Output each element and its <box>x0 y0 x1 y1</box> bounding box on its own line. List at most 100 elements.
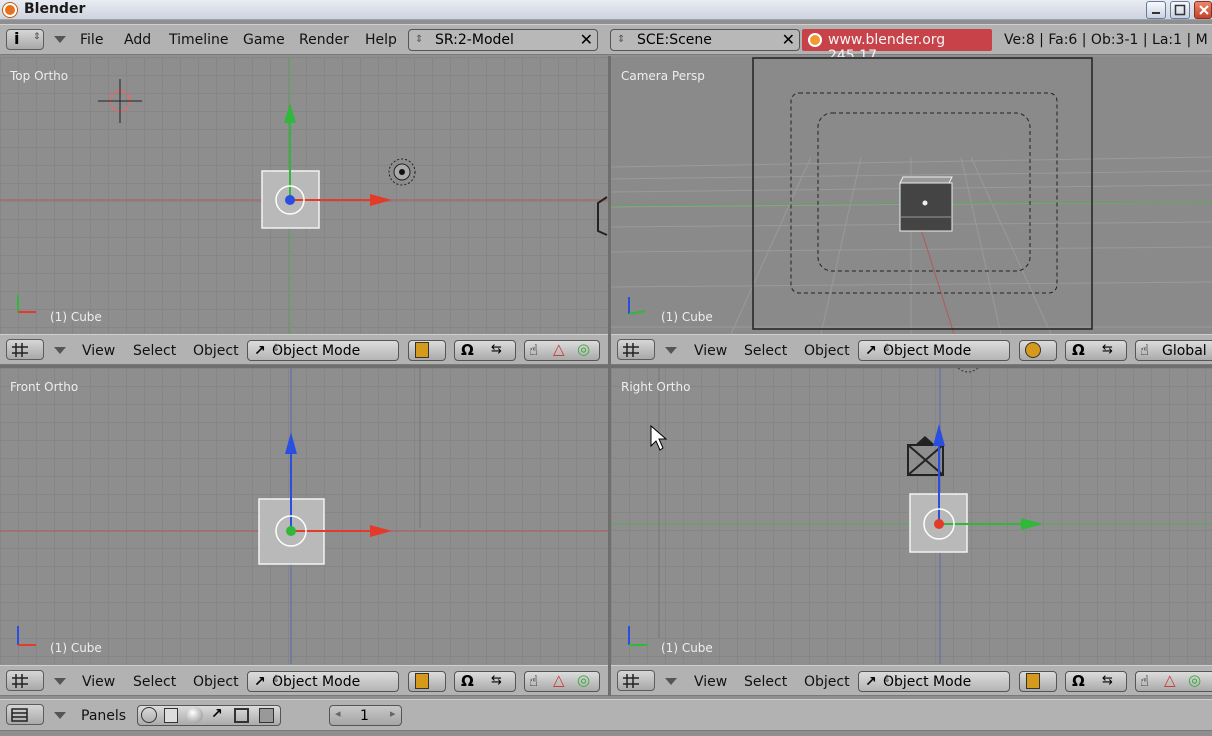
viewport-camera-persp[interactable]: Camera Persp (1) Cube <box>611 57 1212 334</box>
draw-type-button[interactable] <box>1019 340 1057 361</box>
increment-arrow-icon[interactable]: ▸ <box>390 707 396 720</box>
3d-cursor-icon[interactable] <box>98 79 142 123</box>
layers-icon: ⇆ <box>1102 342 1113 357</box>
manipulator-buttons[interactable]: ☝ △ ◎ <box>524 671 600 692</box>
draw-type-button[interactable] <box>408 671 446 692</box>
window-type-3dview-button[interactable] <box>617 670 655 691</box>
translate-icon[interactable]: △ <box>553 671 565 689</box>
collapse-menu-icon[interactable] <box>665 678 677 685</box>
orientation-value: Global <box>1162 343 1207 359</box>
viewport-right-ortho[interactable]: Right Ortho (1) Cube <box>611 368 1212 664</box>
menu-add[interactable]: Add <box>124 32 151 48</box>
close-window-button[interactable] <box>1194 1 1212 19</box>
info-icon: i <box>14 29 20 48</box>
menu-select[interactable]: Select <box>744 674 787 690</box>
rotate-icon[interactable]: ◎ <box>577 671 590 689</box>
menu-view[interactable]: View <box>694 343 727 359</box>
rotate-icon[interactable]: ◎ <box>1188 671 1201 689</box>
mode-select[interactable]: ↗ Object Mode ⇕ <box>858 671 1010 692</box>
collapse-menu-icon[interactable] <box>54 712 66 719</box>
pivot-snap-buttons[interactable]: Ω ⇆ <box>454 671 516 692</box>
shading-context-icon[interactable] <box>187 707 203 723</box>
window-type-3dview-button[interactable] <box>6 339 44 360</box>
viewport-top-ortho[interactable]: Top Ortho (1) Cube <box>0 57 608 334</box>
pivot-icon: Ω <box>461 672 474 690</box>
object-context-icon[interactable]: ↗ <box>211 706 223 722</box>
manipulator-buttons[interactable]: ☝ △ ◎ <box>524 340 600 361</box>
delete-screen-icon[interactable]: ✕ <box>580 30 593 49</box>
collapse-menu-icon[interactable] <box>54 347 66 354</box>
axis-gizmo-icon <box>17 626 36 646</box>
draw-type-button[interactable] <box>1019 671 1057 692</box>
translate-icon[interactable]: △ <box>1164 671 1176 689</box>
window-type-3dview-button[interactable] <box>617 339 655 360</box>
menu-select[interactable]: Select <box>133 674 176 690</box>
camera-persp-scene <box>611 57 1212 334</box>
mode-select[interactable]: ↗ Object Mode ⇕ <box>858 340 1010 361</box>
menu-select[interactable]: Select <box>744 343 787 359</box>
panels-label[interactable]: Panels <box>81 708 126 724</box>
active-object-label: (1) Cube <box>661 310 713 324</box>
menu-object[interactable]: Object <box>804 674 850 690</box>
pivot-snap-buttons[interactable]: Ω ⇆ <box>1065 340 1127 361</box>
grid-icon <box>623 343 639 357</box>
lamp-icon[interactable] <box>388 158 416 186</box>
logic-context-icon[interactable] <box>141 707 157 723</box>
menu-select[interactable]: Select <box>133 343 176 359</box>
mode-select[interactable]: ↗ Object Mode ⇕ <box>247 671 399 692</box>
pivot-snap-buttons[interactable]: Ω ⇆ <box>454 340 516 361</box>
right-ortho-scene <box>611 368 1212 664</box>
window-type-3dview-button[interactable] <box>6 670 44 691</box>
website-link[interactable]: www.blender.org 245.17 <box>802 29 992 64</box>
scene-context-icon[interactable] <box>259 708 274 723</box>
draw-type-button[interactable] <box>408 340 446 361</box>
collapse-menu-icon[interactable] <box>665 347 677 354</box>
scene-selector[interactable]: ⇕ SCE:Scene ✕ <box>610 29 800 51</box>
delete-scene-icon[interactable]: ✕ <box>782 30 795 49</box>
layers-icon: ⇆ <box>1102 673 1113 688</box>
menu-object[interactable]: Object <box>193 343 239 359</box>
cube-object[interactable] <box>899 176 953 232</box>
mode-select[interactable]: ↗ Object Mode ⇕ <box>247 340 399 361</box>
menu-view[interactable]: View <box>82 343 115 359</box>
menu-view[interactable]: View <box>694 674 727 690</box>
context-buttons[interactable]: ↗ <box>137 705 281 726</box>
object-mode-icon: ↗ <box>254 343 266 359</box>
translate-icon[interactable]: △ <box>553 340 565 358</box>
maximize-button[interactable] <box>1170 1 1190 19</box>
orientation-select[interactable]: ☝ Global <box>1135 340 1212 361</box>
camera-icon[interactable] <box>597 196 608 236</box>
hand-grab-icon[interactable]: ☝ <box>529 341 538 359</box>
updown-icon: ⇕ <box>33 32 41 42</box>
screen-selector[interactable]: ⇕ SR:2-Model ✕ <box>408 29 598 51</box>
menu-help[interactable]: Help <box>365 32 397 48</box>
frame-number-field[interactable]: ◂ 1 ▸ <box>329 705 402 726</box>
hand-grab-icon[interactable]: ☝ <box>529 672 538 690</box>
view3d-header-bottom-left: View Select Object ↗ Object Mode ⇕ Ω ⇆ ☝ … <box>0 665 608 696</box>
menu-file[interactable]: File <box>80 32 103 48</box>
pivot-snap-buttons[interactable]: Ω ⇆ <box>1065 671 1127 692</box>
manipulator-buttons[interactable]: ☝ △ ◎ <box>1135 671 1212 692</box>
script-context-icon[interactable] <box>164 708 178 723</box>
collapse-menu-icon[interactable] <box>54 36 66 43</box>
hand-grab-icon[interactable]: ☝ <box>1140 672 1149 690</box>
viewport-front-ortho[interactable]: Front Ortho (1) Cube <box>0 368 608 664</box>
editing-context-icon[interactable] <box>234 708 249 723</box>
grid-icon <box>623 674 639 688</box>
menu-timeline[interactable]: Timeline <box>169 32 229 48</box>
menu-object[interactable]: Object <box>804 343 850 359</box>
menu-game[interactable]: Game <box>243 32 285 48</box>
collapse-menu-icon[interactable] <box>54 678 66 685</box>
top-ortho-scene <box>0 57 608 334</box>
minimize-button[interactable] <box>1146 1 1166 19</box>
window-type-buttons-button[interactable] <box>6 704 44 725</box>
window-type-info-button[interactable]: i ⇕ <box>6 29 44 50</box>
updown-icon: ⇕ <box>272 343 281 354</box>
rotate-icon[interactable]: ◎ <box>577 340 590 358</box>
lamp-icon[interactable] <box>957 368 979 373</box>
menu-render[interactable]: Render <box>299 32 349 48</box>
menu-view[interactable]: View <box>82 674 115 690</box>
menu-object[interactable]: Object <box>193 674 239 690</box>
hand-grab-icon[interactable]: ☝ <box>1140 341 1149 359</box>
decrement-arrow-icon[interactable]: ◂ <box>335 707 341 720</box>
